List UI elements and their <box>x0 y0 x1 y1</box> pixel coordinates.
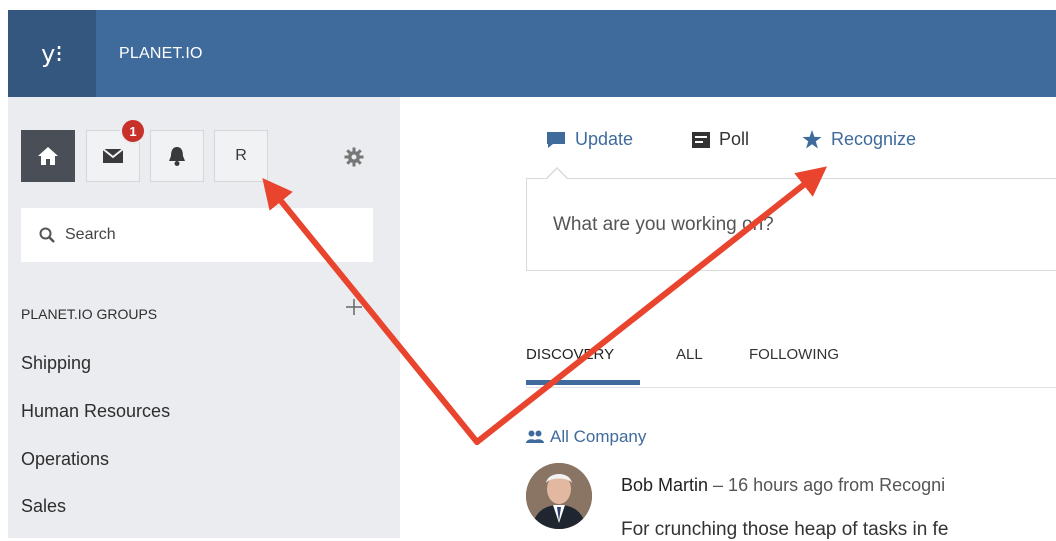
mail-icon <box>102 148 124 163</box>
plus-icon <box>346 299 362 315</box>
star-icon <box>802 130 822 149</box>
bell-icon <box>169 147 185 166</box>
feed-tab-following[interactable]: FOLLOWING <box>749 346 839 363</box>
publisher-tab-recognize[interactable]: Recognize <box>802 129 916 150</box>
avatar[interactable] <box>526 463 592 529</box>
main-content: Update Poll Recognize What are you worki… <box>400 97 1056 540</box>
notification-count-badge: 1 <box>120 118 146 144</box>
publisher-tab-recognize-label: Recognize <box>831 129 917 149</box>
active-tab-pointer-fill <box>547 169 567 179</box>
speech-bubble-icon <box>546 131 566 149</box>
post-author[interactable]: Bob Martin <box>621 475 708 495</box>
yammer-logo[interactable]: y⁝ <box>8 10 96 97</box>
home-button[interactable] <box>21 130 75 182</box>
composer-input[interactable]: What are you working on? <box>526 178 1056 271</box>
left-sidebar: 1 R Search PLANET.IO GROUPS Shipping Hum… <box>8 97 400 538</box>
post-meta: Bob Martin – 16 hours ago from Recogni <box>621 475 945 496</box>
groups-heading: PLANET.IO GROUPS <box>21 306 158 322</box>
feed-tab-all[interactable]: ALL <box>676 346 703 363</box>
search-input[interactable]: Search <box>21 208 373 262</box>
group-item-sales[interactable]: Sales <box>21 496 66 517</box>
post-group-link[interactable]: All Company <box>526 427 646 447</box>
group-item-operations[interactable]: Operations <box>21 449 109 470</box>
poll-icon <box>692 131 710 148</box>
active-feed-tab-indicator <box>526 380 640 385</box>
gear-icon <box>344 147 364 167</box>
top-navigation-bar-fill: y⁝ PLANET.IO <box>8 10 1056 97</box>
search-icon <box>39 227 55 243</box>
notifications-button[interactable] <box>150 130 204 182</box>
group-people-icon <box>526 430 544 444</box>
network-name[interactable]: PLANET.IO <box>119 10 203 97</box>
post-timestamp: – 16 hours ago from Recogni <box>708 475 946 495</box>
author-photo <box>526 463 592 529</box>
publisher-tab-poll[interactable]: Poll <box>692 129 749 150</box>
feed-tab-discovery[interactable]: DISCOVERY <box>526 346 614 363</box>
feed-tabs-divider <box>526 387 1056 388</box>
composer-placeholder: What are you working on? <box>553 213 774 235</box>
group-item-shipping[interactable]: Shipping <box>21 353 91 374</box>
home-icon <box>38 147 58 165</box>
publisher-tab-update-label: Update <box>575 129 634 149</box>
settings-button[interactable] <box>344 147 364 172</box>
publisher-tab-update[interactable]: Update <box>546 129 633 150</box>
profile-button[interactable]: R <box>214 130 268 182</box>
top-navigation-bar: y⁝ PLANET.IO <box>0 0 1056 97</box>
post-group-label: All Company <box>550 427 647 446</box>
publisher-tab-poll-label: Poll <box>719 129 750 149</box>
search-placeholder: Search <box>65 226 116 243</box>
add-group-button[interactable] <box>345 298 363 321</box>
group-item-human-resources[interactable]: Human Resources <box>21 401 170 422</box>
